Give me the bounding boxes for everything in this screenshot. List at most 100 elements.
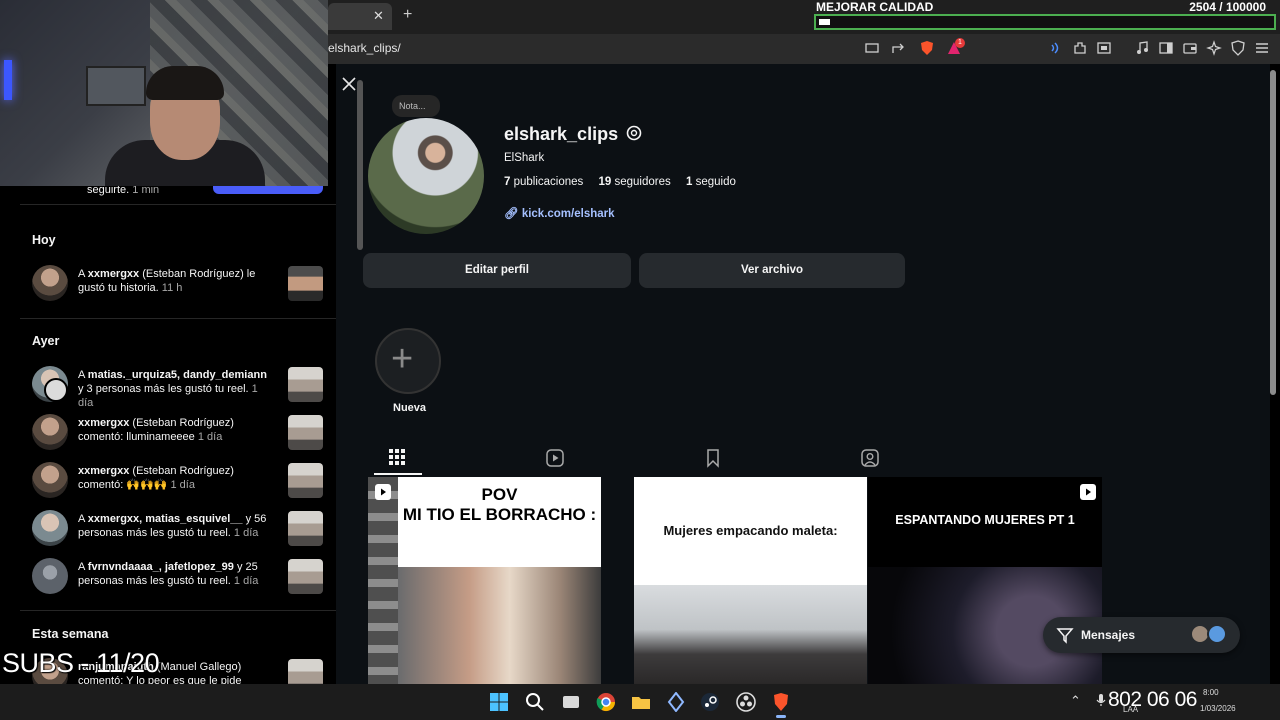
new-tab-button[interactable]: + [403,6,412,24]
notifications-scrollbar[interactable] [357,80,363,250]
extensions-icon[interactable] [1072,40,1088,56]
messages-label: Mensajes [1081,628,1136,642]
cast-icon[interactable] [864,40,880,56]
quality-goal-label: MEJORAR CALIDAD [816,0,934,14]
post-caption: POV MI TIO EL BORRACHO : [402,485,597,524]
post-thumbnail[interactable] [288,367,323,402]
share-icon[interactable] [890,40,906,56]
divider [20,318,336,319]
avatar[interactable] [32,265,68,301]
obs-icon[interactable] [736,692,756,712]
screenshot-icon[interactable] [1096,40,1112,56]
post-image [398,567,601,684]
page-scrollbar[interactable] [1270,70,1276,395]
task-view-icon[interactable] [561,692,581,712]
notif-text: A fvrnvndaaaa_, jafetlopez_99 y 25 perso… [78,561,259,587]
post-caption: Mujeres empacando maleta: [663,523,838,538]
list-item[interactable]: A xxmergxx (Esteban Rodríguez) le gustó … [32,263,324,303]
section-this-week: Esta semana [32,627,109,641]
view-archive-button[interactable]: Ver archivo [639,253,905,288]
active-app-indicator [776,715,786,718]
notif-text: xxmergxx (Esteban Rodríguez) comentó: 🙌🙌… [78,465,234,491]
post-image [368,477,398,684]
music-icon[interactable] [1134,40,1150,56]
audio-icon[interactable] [1048,40,1064,56]
post-thumbnail[interactable] [288,659,323,684]
tab-reels-icon[interactable] [545,448,565,468]
app-icon[interactable] [666,691,686,713]
post-tile[interactable]: POV MI TIO EL BORRACHO : [368,477,601,684]
avatar[interactable] [32,414,68,450]
notif-text: A xxmergxx (Esteban Rodríguez) le gustó … [78,268,256,294]
avatar[interactable] [32,462,68,498]
list-item[interactable]: A matias._urquiza5, dandy_demiann y 3 pe… [32,364,324,409]
brave-shield-icon[interactable] [919,40,935,56]
post-tile[interactable]: Mujeres empacando maleta: [634,477,867,684]
rewards-badge: 1 [955,38,965,48]
sidebar-icon[interactable] [1158,40,1174,56]
chrome-icon[interactable] [596,692,616,712]
link-icon: 🔗︎ [504,208,519,220]
list-item[interactable]: xxmergxx (Esteban Rodríguez) comentó: 🙌🙌… [32,460,324,500]
search-icon[interactable] [525,692,545,712]
post-thumbnail[interactable] [288,266,323,301]
webcam-person-cap [146,66,224,100]
wallet-icon[interactable] [1182,40,1198,56]
webcam-overlay [0,0,328,186]
list-item[interactable]: A fvrnvndaaaa_, jafetlopez_99 y 25 perso… [32,556,324,596]
followers-stat[interactable]: 19 seguidores [599,176,671,188]
post-thumbnail[interactable] [288,511,323,546]
tab-saved-icon[interactable] [703,448,723,468]
tab-tagged-icon[interactable] [860,448,880,468]
quality-goal-progress-fill [819,19,830,25]
list-item[interactable]: xxmergxx (Esteban Rodríguez) comentó: ll… [32,412,324,452]
post-thumbnail[interactable] [288,559,323,594]
post-thumbnail[interactable] [288,463,323,498]
post-image [634,585,867,684]
file-explorer-icon[interactable] [631,692,651,712]
plus-icon: + [391,338,414,380]
list-item[interactable]: A xxmergxx, matias_esquivel__ y 56 perso… [32,508,324,548]
reel-icon [1080,484,1096,500]
vpn-icon[interactable] [1230,40,1246,56]
following-stat[interactable]: 1 seguido [686,176,736,188]
post-thumbnail[interactable] [288,415,323,450]
avatar[interactable] [32,558,68,594]
notif-text: A xxmergxx, matias_esquivel__ y 56 perso… [78,513,267,539]
brave-browser-icon[interactable] [771,692,791,712]
profile-link[interactable]: 🔗︎ kick.com/elshark [504,206,615,220]
avatar [1207,624,1227,644]
avatar[interactable] [32,510,68,546]
profile-stats: 7 publicaciones 19 seguidores 1 seguido [504,176,748,188]
menu-icon[interactable] [1254,40,1270,56]
clock-time[interactable]: 8:00 [1203,688,1219,697]
active-tab-indicator [374,473,422,475]
profile-username: elshark_clips [504,124,619,144]
profile-picture[interactable] [368,118,484,234]
reel-icon [375,484,391,500]
steam-icon[interactable] [700,692,720,712]
posts-stat[interactable]: 7 publicaciones [504,176,583,188]
webcam-light [4,60,12,100]
close-panel-icon[interactable] [342,75,356,96]
divider [20,610,336,611]
windows-start-icon[interactable] [489,692,509,712]
microphone-icon[interactable] [1096,693,1106,710]
clock-date[interactable]: 1/03/2026 [1200,704,1236,713]
language-indicator[interactable]: LAA [1123,705,1138,714]
settings-gear-icon[interactable] [624,123,644,143]
edit-profile-button[interactable]: Editar perfil [363,253,631,288]
webcam-monitor [86,66,146,106]
stream-overlay-counter: 802 06 06 [1108,688,1197,711]
leo-ai-icon[interactable] [1206,40,1222,56]
profile-full-name: ElShark [504,152,545,164]
notif-text: A matias._urquiza5, dandy_demiann y 3 pe… [78,369,267,409]
chevron-up-icon[interactable]: ⌃ [1070,693,1081,709]
tab-posts-grid-icon[interactable] [388,448,408,468]
quality-goal-progress-bar [814,14,1276,30]
close-tab-icon[interactable]: ✕ [373,8,384,24]
send-message-icon [1056,626,1074,644]
new-highlight-label: Nueva [393,402,427,414]
url-text[interactable]: elshark_clips/ [328,41,401,55]
note-bubble[interactable]: Nota... [392,95,440,117]
